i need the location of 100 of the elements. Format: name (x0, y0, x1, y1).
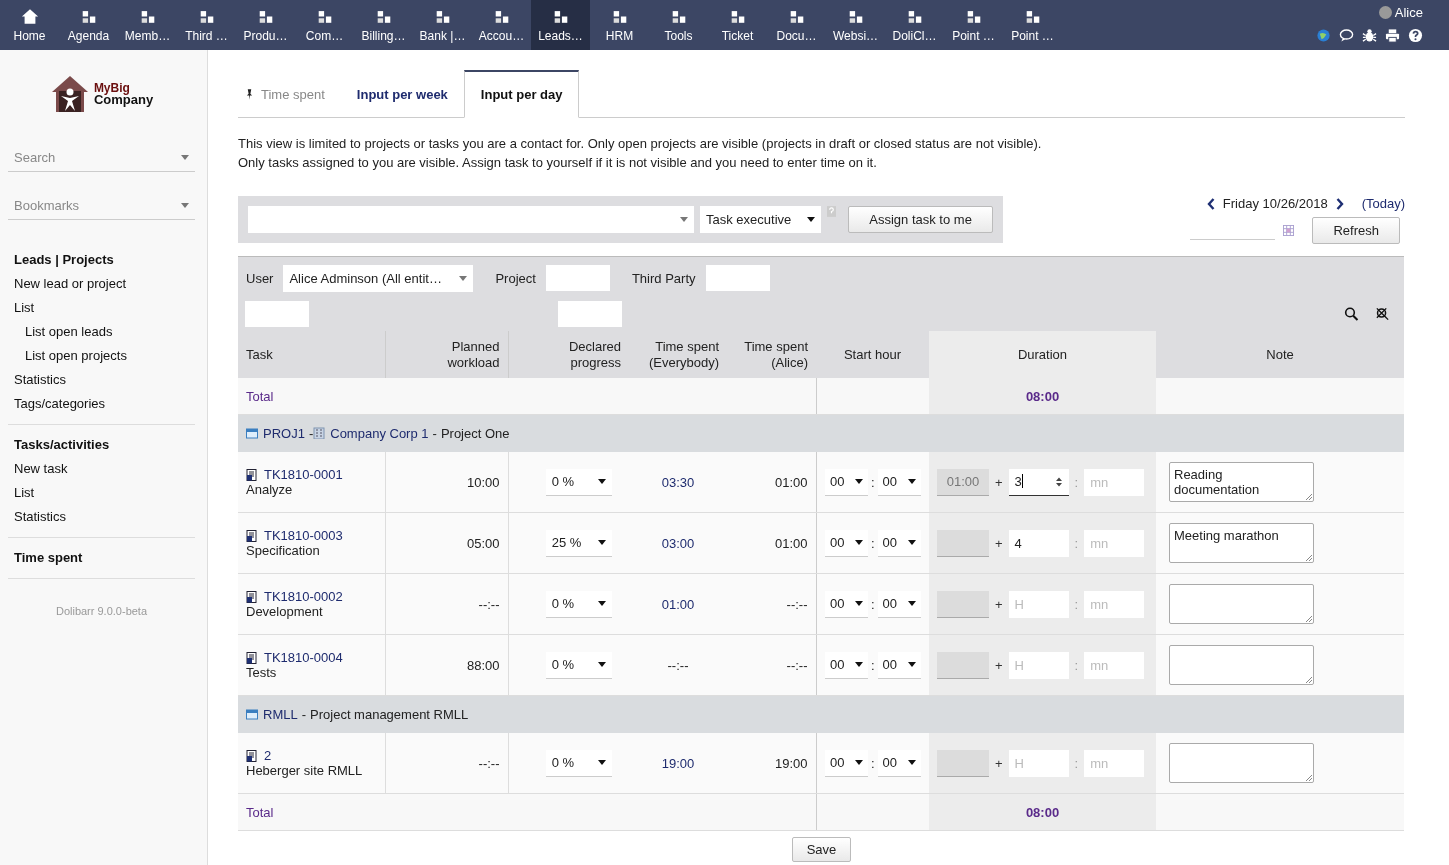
hour-select[interactable]: 00 (824, 651, 868, 679)
existing-duration: 01:00 (937, 468, 989, 496)
hour-select[interactable]: 00 (824, 590, 868, 618)
project-filter-field[interactable] (545, 265, 610, 291)
top-menu-item[interactable]: Accou… (472, 0, 531, 50)
task-link[interactable]: TK1810-0003 (264, 528, 343, 543)
next-day-icon[interactable] (1335, 197, 1344, 210)
resize-grip-icon[interactable] (1306, 494, 1312, 500)
hour-select[interactable]: 00 (824, 749, 868, 777)
progress-select[interactable]: 0 % (545, 651, 612, 679)
minute-select[interactable]: 00 (877, 529, 921, 557)
note-field[interactable] (1169, 645, 1314, 685)
caret-icon (854, 760, 863, 765)
progress-select[interactable]: 0 % (545, 749, 612, 777)
sidebar-section-title[interactable]: Time spent (14, 546, 195, 570)
top-menu-item[interactable]: Websi… (826, 0, 885, 50)
minute-select[interactable]: 00 (877, 468, 921, 496)
sidebar-item[interactable]: Statistics (14, 505, 195, 529)
sidebar-item[interactable]: New task (14, 457, 195, 481)
third-party-filter-field[interactable] (705, 265, 770, 291)
note-field[interactable]: Meeting marathon (1169, 523, 1314, 563)
save-button[interactable]: Save (791, 837, 852, 862)
sidebar-item[interactable]: List (14, 481, 195, 505)
bug-icon[interactable] (1362, 28, 1377, 43)
note-field[interactable] (1169, 584, 1314, 624)
progress-filter-field[interactable] (558, 301, 622, 327)
top-menu-item[interactable]: Ticket (708, 0, 767, 50)
hour-select[interactable]: 00 (824, 529, 868, 557)
top-menu-item[interactable]: Point … (1003, 0, 1062, 50)
project-link[interactable]: PROJ1 (263, 426, 305, 441)
hours-input[interactable]: 4 (1008, 529, 1069, 557)
top-menu-item[interactable]: Memb… (118, 0, 177, 50)
time-spent-link[interactable]: 19:00 (661, 755, 695, 771)
top-menu-item[interactable]: Home (0, 0, 59, 50)
minute-select[interactable]: 00 (877, 651, 921, 679)
note-field[interactable]: Reading documentation (1169, 462, 1314, 502)
user-name[interactable]: Alice (1394, 5, 1423, 20)
project-link[interactable]: RMLL (263, 707, 298, 722)
top-menu-item[interactable]: DoliCl… (885, 0, 944, 50)
sidebar-item[interactable]: Tags/categories (14, 392, 195, 416)
top-menu-item[interactable]: Com… (295, 0, 354, 50)
time-spent-link[interactable]: 03:00 (661, 535, 695, 551)
clear-filter-icon[interactable] (1375, 307, 1390, 321)
resize-grip-icon[interactable] (1306, 677, 1312, 683)
top-menu-item[interactable]: Third … (177, 0, 236, 50)
assign-task-button[interactable]: Assign task to me (848, 206, 993, 233)
sidebar-section-title[interactable]: Leads | Projects (14, 248, 195, 272)
top-menu-item[interactable]: Agenda (59, 0, 118, 50)
hour-select[interactable]: 00 (824, 468, 868, 496)
sidebar-section-title[interactable]: Tasks/activities (14, 433, 195, 457)
progress-select[interactable]: 25 % (545, 529, 612, 557)
task-link[interactable]: TK1810-0001 (264, 467, 343, 482)
resize-grip-icon[interactable] (1306, 555, 1312, 561)
top-menu-item[interactable]: Leads… (531, 0, 590, 50)
top-menu-item[interactable]: Docu… (767, 0, 826, 50)
print-icon[interactable] (1385, 28, 1400, 43)
hours-input[interactable]: 3 (1008, 468, 1069, 496)
caret-icon (680, 217, 688, 222)
resize-grip-icon[interactable] (1306, 775, 1312, 781)
calendar-icon[interactable] (1283, 225, 1295, 236)
tab[interactable]: Time spent (238, 72, 341, 117)
note-field[interactable] (1169, 743, 1314, 783)
task-link[interactable]: TK1810-0004 (264, 650, 343, 665)
previous-day-icon[interactable] (1206, 197, 1215, 210)
search-icon[interactable] (1344, 307, 1359, 321)
minute-select[interactable]: 00 (877, 749, 921, 777)
task-filter-field[interactable] (245, 301, 309, 327)
time-spent-link[interactable]: 01:00 (661, 596, 695, 612)
progress-select[interactable]: 0 % (545, 468, 612, 496)
minute-select[interactable]: 00 (877, 590, 921, 618)
role-select[interactable]: Task executive (700, 206, 822, 233)
company-logo[interactable]: MyBig Company (8, 74, 195, 114)
chat-icon[interactable] (1339, 28, 1354, 43)
top-menu-item[interactable]: Produ… (236, 0, 295, 50)
task-link[interactable]: TK1810-0002 (264, 589, 343, 604)
tab[interactable]: Input per week (340, 72, 464, 117)
time-separator: : (1074, 596, 1079, 612)
top-menu-item[interactable]: Billing… (354, 0, 413, 50)
sidebar-item[interactable]: New lead or project (14, 272, 195, 296)
time-spent-link[interactable]: 03:30 (661, 474, 695, 490)
today-link[interactable]: (Today) (1361, 196, 1405, 211)
task-link[interactable]: 2 (264, 748, 272, 763)
refresh-button[interactable]: Refresh (1312, 217, 1400, 244)
spinner-icon[interactable] (1054, 475, 1063, 488)
sidebar-item[interactable]: List open projects (14, 344, 195, 368)
tab[interactable]: Input per day (463, 70, 580, 118)
top-menu-item[interactable]: HRM (590, 0, 649, 50)
sidebar-item[interactable]: List open leads (14, 320, 195, 344)
company-link[interactable]: Company Corp 1 (330, 426, 429, 441)
progress-select[interactable]: 0 % (545, 590, 612, 618)
sidebar-item[interactable]: Statistics (14, 368, 195, 392)
help-icon[interactable] (1408, 28, 1423, 43)
globe-icon[interactable] (1316, 28, 1331, 43)
top-menu-item[interactable]: Bank |… (413, 0, 472, 50)
user-select[interactable]: Alice Adminson (All entit… (283, 264, 474, 292)
caret-icon (907, 601, 916, 606)
top-menu-item[interactable]: Point … (944, 0, 1003, 50)
resize-grip-icon[interactable] (1306, 616, 1312, 622)
sidebar-item[interactable]: List (14, 296, 195, 320)
top-menu-item[interactable]: Tools (649, 0, 708, 50)
